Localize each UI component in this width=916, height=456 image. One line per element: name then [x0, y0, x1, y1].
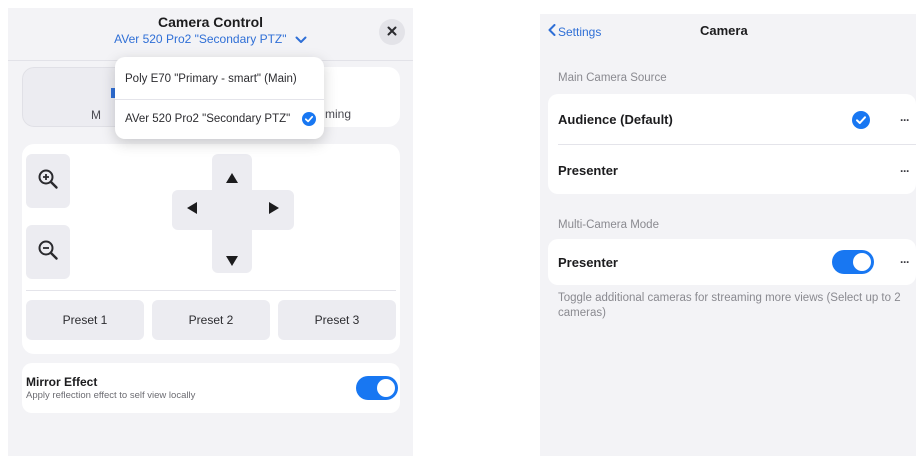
dropdown-option-poly[interactable]: Poly E70 "Primary - smart" (Main) [125, 73, 297, 85]
pan-right-button[interactable] [264, 200, 284, 220]
multi-camera-mode-label: Multi-Camera Mode [558, 219, 659, 231]
page-title: Camera [700, 23, 748, 38]
more-options-icon[interactable]: ··· [900, 113, 910, 127]
zoom-in-icon [37, 168, 59, 195]
back-label: Settings [558, 24, 602, 39]
close-button[interactable] [379, 19, 405, 45]
pan-left-button[interactable] [182, 200, 202, 220]
main-camera-source-list: Audience (Default) ··· Presenter ··· [548, 94, 916, 194]
toggle-knob [853, 253, 871, 271]
multi-camera-toggle[interactable] [832, 250, 874, 274]
dropdown-divider [115, 99, 324, 100]
camera-settings-panel: Settings Camera Main Camera Source Audie… [540, 14, 916, 456]
pan-up-button[interactable] [222, 169, 242, 189]
mirror-effect-row: Mirror Effect Apply reflection effect to… [22, 363, 400, 413]
camera-dropdown-menu: Poly E70 "Primary - smart" (Main) AVer 5… [115, 57, 324, 139]
multi-camera-help-text: Toggle additional cameras for streaming … [558, 292, 901, 319]
check-circle-icon [302, 112, 316, 131]
close-icon [387, 23, 397, 41]
camera-control-panel: Camera Control AVer 520 Pro2 "Secondary … [8, 8, 413, 456]
back-to-settings-link[interactable]: Settings [548, 24, 601, 39]
camera-selector[interactable]: AVer 520 Pro2 "Secondary PTZ" [8, 32, 413, 47]
multi-camera-presenter-label: Presenter [558, 255, 618, 270]
zoom-out-button[interactable] [26, 225, 70, 279]
dropdown-option-aver[interactable]: AVer 520 Pro2 "Secondary PTZ" [125, 113, 290, 125]
zoom-in-button[interactable] [26, 154, 70, 208]
preset-2-button[interactable]: Preset 2 [152, 300, 270, 340]
chevron-left-icon [548, 24, 558, 39]
ptz-controls: Preset 1 Preset 2 Preset 3 [22, 144, 400, 354]
main-camera-source-label: Main Camera Source [558, 72, 667, 84]
page-title: Camera Control [157, 14, 264, 30]
toggle-knob [377, 379, 395, 397]
multi-camera-row: Presenter ··· [548, 239, 916, 285]
preset-1-button[interactable]: Preset 1 [26, 300, 144, 340]
camera-selector-label: AVer 520 Pro2 "Secondary PTZ" [114, 32, 287, 46]
source-presenter-label[interactable]: Presenter [558, 163, 618, 178]
chevron-down-icon [295, 33, 307, 47]
mirror-effect-description: Apply reflection effect to self view loc… [26, 390, 196, 401]
settings-header: Settings Camera [540, 14, 916, 52]
triangle-up-icon [226, 170, 238, 188]
mirror-effect-toggle[interactable] [356, 376, 398, 400]
triangle-right-icon [269, 201, 279, 219]
tab-left-label: M [91, 108, 101, 122]
row-divider [558, 144, 916, 145]
more-options-icon[interactable]: ··· [900, 255, 910, 269]
zoom-out-icon [37, 239, 59, 266]
triangle-left-icon [187, 201, 197, 219]
tab-right-label[interactable]: ming [325, 107, 351, 121]
pan-down-button[interactable] [222, 252, 242, 272]
more-options-icon[interactable]: ··· [900, 164, 910, 178]
camera-control-header: Camera Control AVer 520 Pro2 "Secondary … [8, 8, 413, 60]
preset-3-button[interactable]: Preset 3 [278, 300, 396, 340]
triangle-down-icon [226, 253, 238, 271]
mirror-effect-title: Mirror Effect [26, 375, 98, 389]
source-audience-label[interactable]: Audience (Default) [558, 112, 673, 127]
check-circle-icon [852, 111, 870, 129]
ptz-divider [26, 290, 396, 291]
